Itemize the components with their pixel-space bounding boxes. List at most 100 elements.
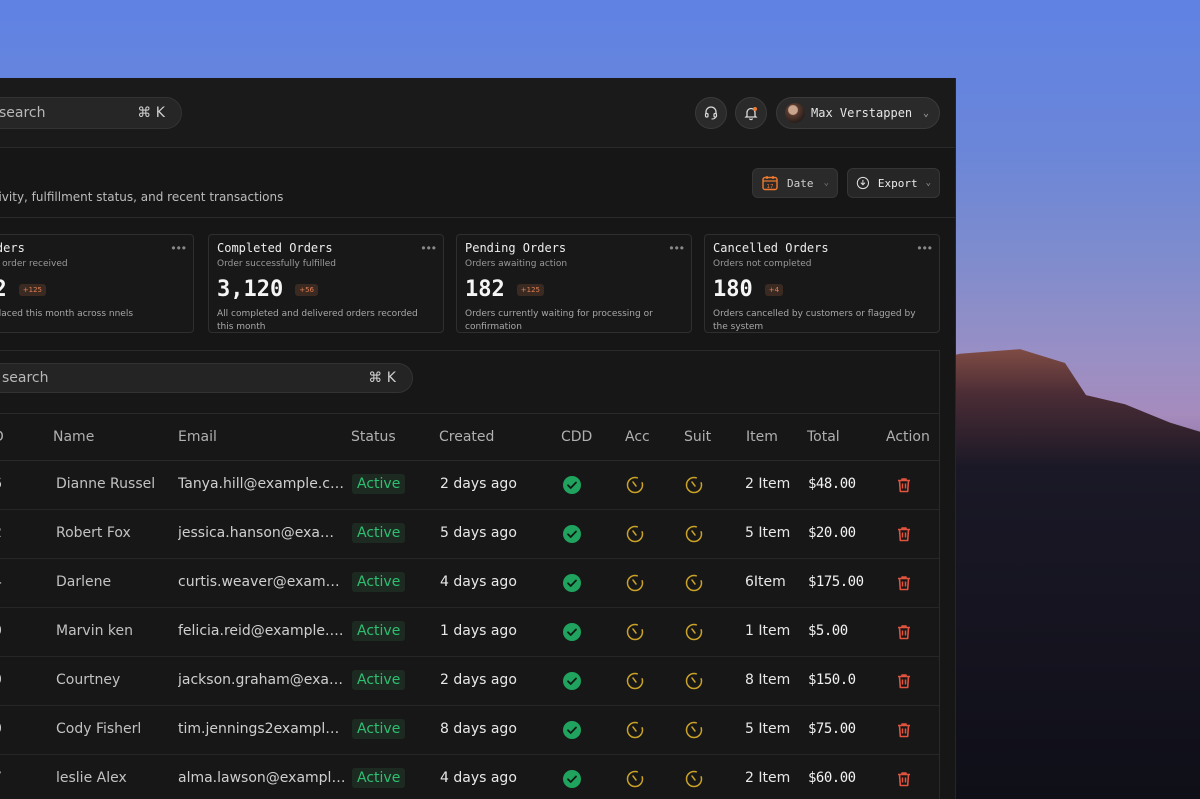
avatar <box>785 103 805 123</box>
customer-name: Dianne Russel <box>56 476 156 492</box>
trash-icon[interactable] <box>894 622 914 642</box>
item-count: 8 Item <box>745 672 791 688</box>
clock-icon <box>685 525 703 543</box>
notifications-button[interactable] <box>735 97 767 129</box>
export-button[interactable]: Export ⌄ <box>847 168 940 198</box>
customer-email: jessica.hanson@example.com <box>178 525 346 541</box>
card-note: rders placed this month across nnels <box>0 309 134 319</box>
table-row[interactable]: 7 leslie Alex alma.lawson@example.com Ac… <box>0 755 939 799</box>
page-header: ers order activity, fulfillment status, … <box>0 148 955 218</box>
card-title: l Orders <box>0 241 25 255</box>
card-note: Orders cancelled by customers or flagged… <box>713 309 916 332</box>
table-row[interactable]: 0 Cody Fisherl tim.jennings2example.com … <box>0 706 939 755</box>
search-shortcut-hint: ⌘ K <box>137 105 165 121</box>
support-button[interactable] <box>695 97 727 129</box>
top-bar: search ⌘ K Max Verstappen ⌄ <box>0 78 955 148</box>
customer-name: Marvin ken <box>56 623 134 639</box>
customer-name: Courtney <box>56 672 121 688</box>
card-note: Orders currently waiting for processing … <box>465 309 653 332</box>
trash-icon[interactable] <box>894 524 914 544</box>
column-header-cdd[interactable]: CDD <box>561 429 592 445</box>
customer-name: Darlene <box>56 574 112 590</box>
trash-icon[interactable] <box>894 573 914 593</box>
global-search-input[interactable]: search ⌘ K <box>0 97 182 129</box>
global-search-placeholder: search <box>0 105 46 121</box>
svg-text:17: 17 <box>767 184 774 190</box>
column-header-created[interactable]: Created <box>439 429 494 445</box>
more-options-icon[interactable]: ••• <box>421 241 437 255</box>
order-total: $48.00 <box>808 476 856 492</box>
order-total: $175.00 <box>808 574 864 590</box>
table-row[interactable]: 6 Dianne Russel Tanya.hill@example.com A… <box>0 461 939 510</box>
search-shortcut-hint: ⌘ K <box>368 370 396 386</box>
table-row[interactable]: 0 Marvin ken felicia.reid@example.com Ac… <box>0 608 939 657</box>
order-id: 0 <box>0 721 2 737</box>
card-description: Orders not completed <box>713 259 812 269</box>
customer-email: Tanya.hill@example.com <box>178 476 346 492</box>
clock-icon <box>626 525 644 543</box>
clock-icon <box>685 721 703 739</box>
table-header: D Name Email Status Created CDD Acc Suit… <box>0 413 939 461</box>
trash-icon[interactable] <box>894 769 914 789</box>
table-row[interactable]: 0 Courtney jackson.graham@example.com Ac… <box>0 657 939 706</box>
completed-orders-card: Completed Orders Order successfully fulf… <box>208 234 444 333</box>
column-header-item[interactable]: Item <box>746 429 778 445</box>
item-count: 2 Item <box>745 476 791 492</box>
clock-icon <box>685 770 703 788</box>
clock-icon <box>685 476 703 494</box>
order-id: 7 <box>0 770 2 786</box>
column-header-suit[interactable]: Suit <box>684 429 711 445</box>
customer-email: alma.lawson@example.com <box>178 770 346 786</box>
total-orders-card: l Orders w of all order received ••• 482… <box>0 234 194 333</box>
check-circle-icon <box>563 721 581 739</box>
column-header-name[interactable]: Name <box>53 429 94 445</box>
order-total: $75.00 <box>808 721 856 737</box>
column-header-total[interactable]: Total <box>807 429 840 445</box>
more-options-icon[interactable]: ••• <box>171 241 187 255</box>
customer-name: leslie Alex <box>56 770 127 786</box>
column-header-action[interactable]: Action <box>886 429 930 445</box>
order-total: $150.0 <box>808 672 856 688</box>
trash-icon[interactable] <box>894 671 914 691</box>
table-search-input[interactable]: search ⌘ K <box>0 363 413 393</box>
check-circle-icon <box>563 672 581 690</box>
card-title: Pending Orders <box>465 241 567 255</box>
table-row[interactable]: 2 Robert Fox jessica.hanson@example.com … <box>0 510 939 559</box>
clock-icon <box>685 574 703 592</box>
card-title: Completed Orders <box>217 241 333 255</box>
clock-icon <box>626 476 644 494</box>
card-value: 182 <box>465 277 505 302</box>
column-header-email[interactable]: Email <box>178 429 217 445</box>
created-time: 2 days ago <box>440 672 517 688</box>
created-time: 4 days ago <box>440 770 517 786</box>
customer-email: jackson.graham@example.com <box>178 672 346 688</box>
date-filter-button[interactable]: 17 Date ⌄ <box>752 168 838 198</box>
customer-email: curtis.weaver@example.com <box>178 574 346 590</box>
page-title: ers <box>0 164 1 185</box>
column-header-id[interactable]: D <box>0 429 4 445</box>
trash-icon[interactable] <box>894 475 914 495</box>
column-header-acc[interactable]: Acc <box>625 429 650 445</box>
check-circle-icon <box>563 525 581 543</box>
order-id: 2 <box>0 525 2 541</box>
more-options-icon[interactable]: ••• <box>917 241 933 255</box>
check-circle-icon <box>563 476 581 494</box>
order-total: $5.00 <box>808 623 848 639</box>
card-note: All completed and delivered orders recor… <box>217 309 418 332</box>
clock-icon <box>685 672 703 690</box>
page-subtitle: order activity, fulfillment status, and … <box>0 190 284 204</box>
clock-icon <box>685 623 703 641</box>
clock-icon <box>626 770 644 788</box>
card-change-badge: +56 <box>295 283 319 296</box>
user-menu-button[interactable]: Max Verstappen ⌄ <box>776 97 940 129</box>
customer-name: Cody Fisherl <box>56 721 142 737</box>
export-label: Export <box>877 176 918 190</box>
column-header-status[interactable]: Status <box>351 429 396 445</box>
trash-icon[interactable] <box>894 720 914 740</box>
check-circle-icon <box>563 623 581 641</box>
card-value: 3,120 <box>217 277 284 302</box>
more-options-icon[interactable]: ••• <box>669 241 685 255</box>
status-badge: Active <box>352 719 406 739</box>
table-row[interactable]: 4 Darlene curtis.weaver@example.com Acti… <box>0 559 939 608</box>
calendar-icon: 17 <box>762 176 778 191</box>
